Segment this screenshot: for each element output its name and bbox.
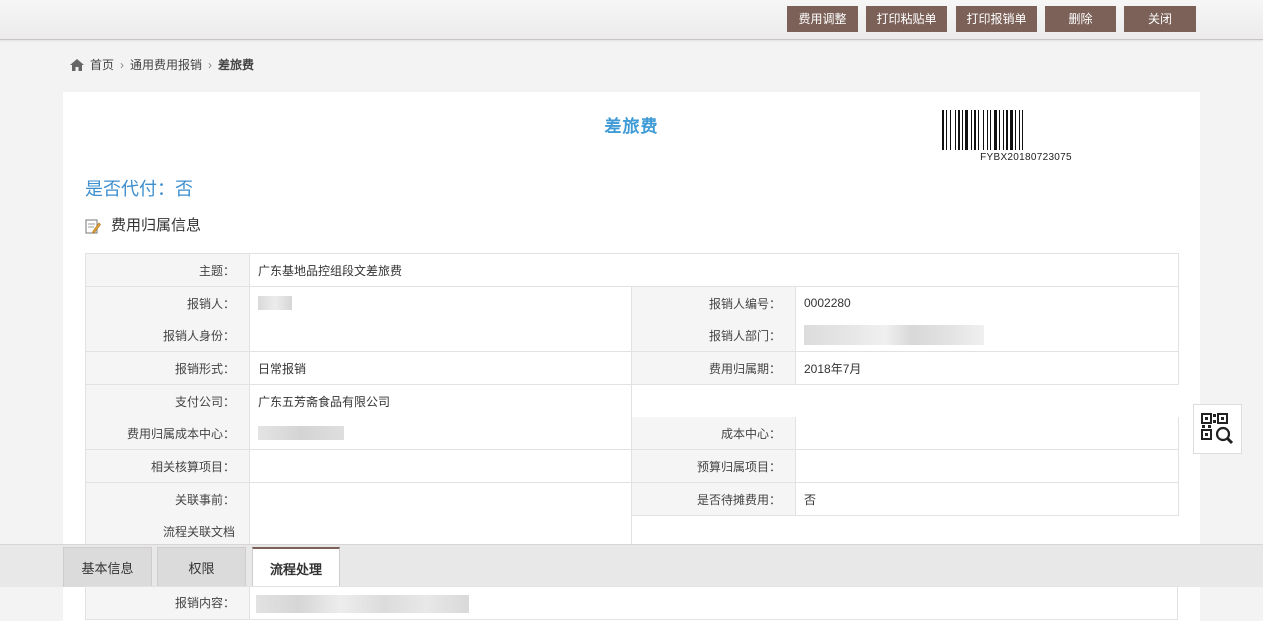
company-empty — [630, 384, 1179, 417]
print-report-button[interactable]: 打印报销单 — [956, 6, 1037, 32]
budget-item-value — [794, 449, 1180, 483]
barcode-number: FYBX20180723075 — [980, 152, 1072, 163]
tab-permissions[interactable]: 权限 — [157, 547, 246, 587]
period-label: 费用归属期： — [631, 351, 796, 385]
breadcrumb-current: 差旅费 — [218, 58, 255, 72]
period-value: 2018年7月 — [794, 351, 1180, 385]
content-row: 报销内容： — [85, 586, 1178, 620]
top-toolbar: 费用调整 打印粘贴单 打印报销单 删除 关闭 — [0, 0, 1263, 40]
cost-center-value — [794, 417, 1180, 450]
reporter-value — [249, 286, 632, 319]
cost-center-owner-label: 费用归属成本中心： — [85, 417, 250, 450]
subject-value: 广东基地品控组段文差旅费 — [248, 253, 1180, 287]
breadcrumb-reimburse[interactable]: 通用费用报销 — [130, 57, 202, 73]
budget-item-label: 预算归属项目： — [631, 449, 796, 483]
content-value — [256, 595, 469, 613]
close-button[interactable]: 关闭 — [1124, 6, 1196, 32]
acct-item-label: 相关核算项目： — [85, 449, 250, 483]
chevron-right-icon: › — [208, 58, 213, 72]
reporter-no-label: 报销人编号： — [631, 286, 796, 319]
subject-label: 主题： — [85, 253, 250, 287]
reporter-id-label: 报销人身份： — [85, 319, 250, 352]
breadcrumb: 首页 › 通用费用报销 › 差旅费 — [70, 57, 254, 73]
adjust-cost-button[interactable]: 费用调整 — [787, 6, 858, 32]
tab-basic-info[interactable]: 基本信息 — [63, 547, 152, 587]
barcode-image — [942, 110, 1023, 150]
section-title: 费用归属信息 — [111, 217, 202, 234]
form-type-value: 日常报销 — [249, 351, 632, 385]
delete-button[interactable]: 删除 — [1045, 6, 1116, 32]
chevron-right-icon: › — [120, 58, 125, 72]
proxy-pay-status: 是否代付：否 — [85, 179, 193, 199]
tab-flow-process[interactable]: 流程处理 — [252, 547, 340, 587]
cost-center-label: 成本中心： — [631, 417, 796, 450]
qr-scan-button[interactable] — [1193, 404, 1242, 454]
print-sticker-button[interactable]: 打印粘贴单 — [866, 6, 947, 32]
reporter-label: 报销人： — [85, 286, 250, 319]
pending-label: 是否待摊费用： — [631, 482, 796, 516]
form-type-label: 报销形式： — [85, 351, 250, 385]
reporter-dept-value — [794, 319, 1180, 352]
breadcrumb-home[interactable]: 首页 — [90, 57, 114, 73]
qr-scan-icon — [1201, 413, 1234, 445]
reporter-id-value — [249, 319, 632, 352]
home-icon — [70, 59, 84, 71]
prior-label: 关联事前： — [85, 482, 250, 516]
pending-value: 否 — [794, 482, 1180, 516]
cost-center-owner-value — [249, 417, 632, 450]
edit-note-icon — [85, 219, 101, 234]
reporter-no-value: 0002280 — [794, 286, 1180, 319]
reporter-dept-label: 报销人部门： — [631, 319, 796, 352]
prior-value — [249, 482, 632, 516]
content-label: 报销内容： — [86, 587, 250, 619]
section-header: 费用归属信息 — [85, 216, 201, 236]
info-table: 主题： 广东基地品控组段文差旅费 报销人： 报销人编号： 0002280 报销人… — [85, 253, 1180, 549]
tab-bar: 基本信息 权限 流程处理 — [0, 544, 1263, 587]
company-label: 支付公司： — [85, 384, 250, 417]
acct-item-value — [249, 449, 632, 483]
company-value: 广东五芳斋食品有限公司 — [249, 384, 632, 417]
